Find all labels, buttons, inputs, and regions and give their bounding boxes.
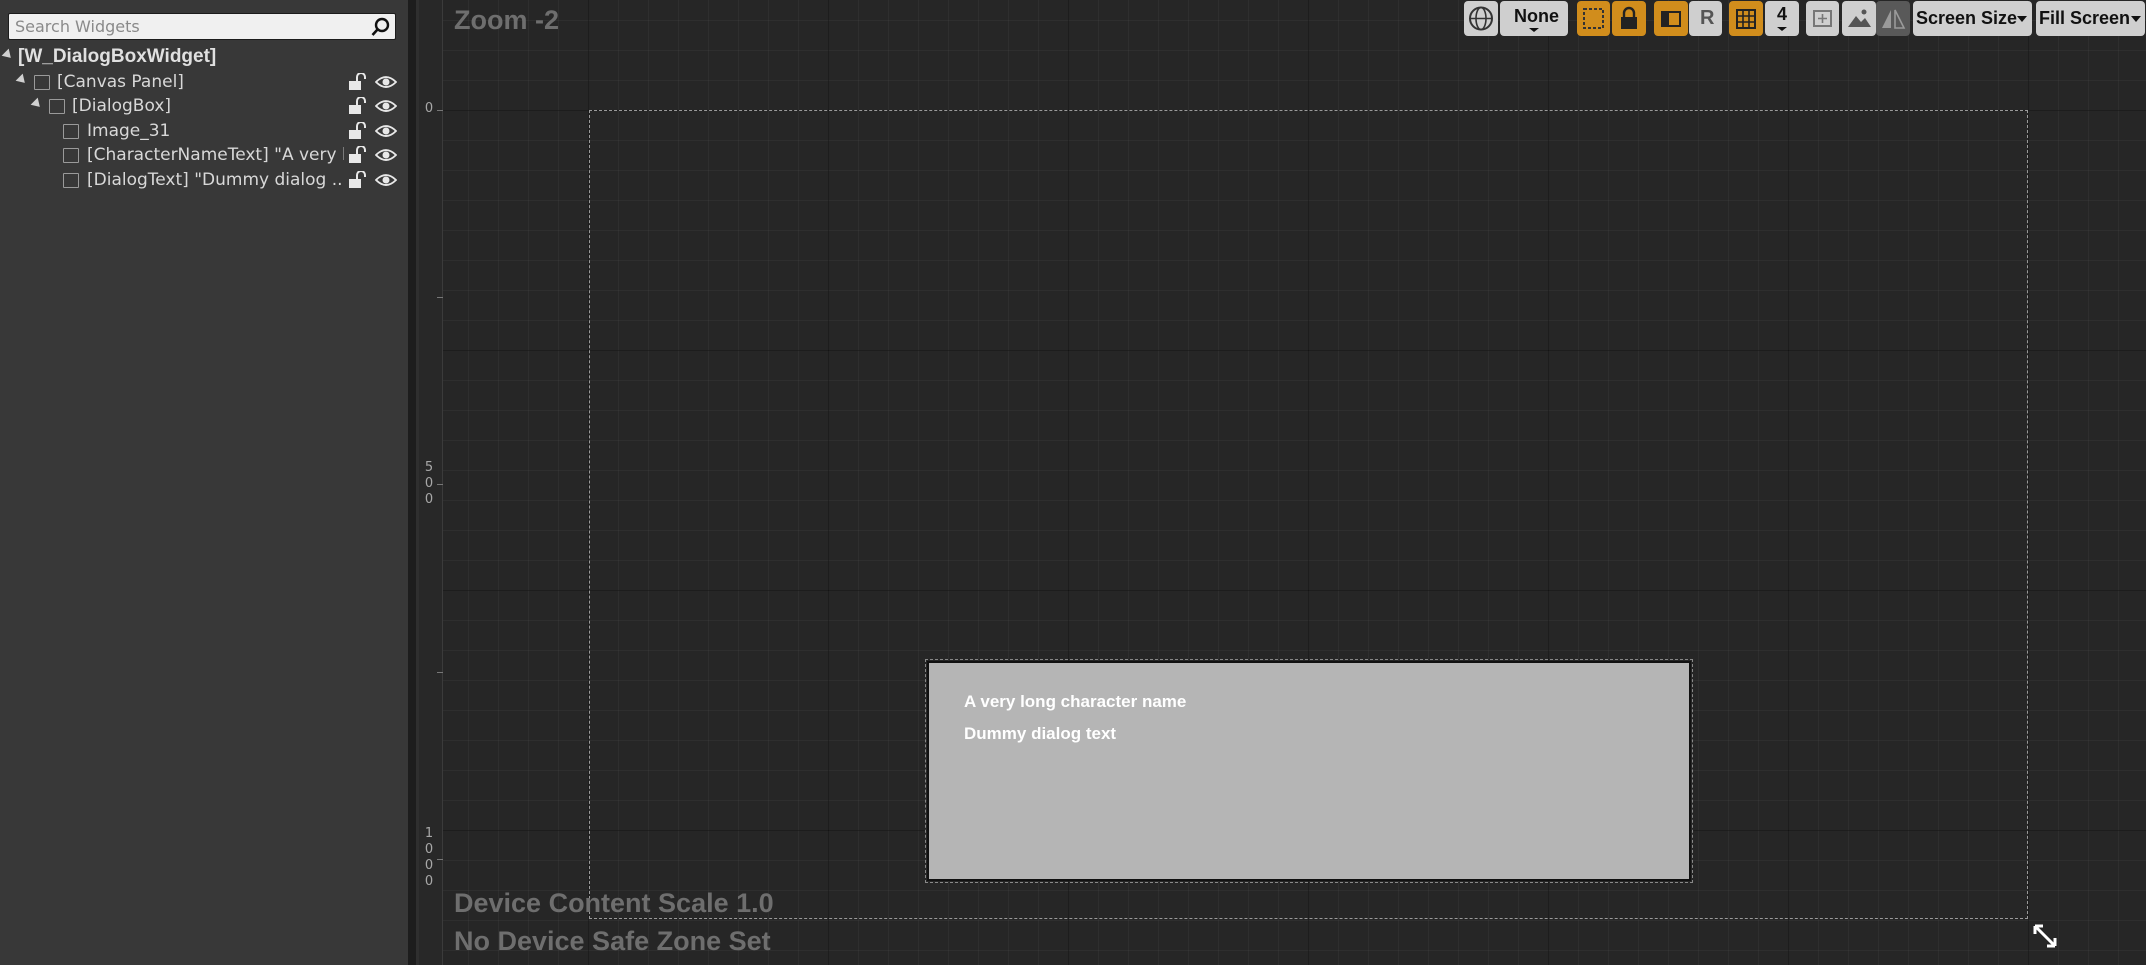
ruler-label: 0 [424,492,434,507]
visibility-eye-icon[interactable] [375,147,397,163]
flip-icon [1882,9,1906,29]
visibility-eye-icon[interactable] [375,98,397,114]
dashed-outline-icon [1583,8,1604,29]
grid-icon [1736,9,1756,29]
tree-row-canvas-panel[interactable]: [Canvas Panel] [0,70,408,94]
tree-row-root[interactable]: [W_DialogBoxWidget] [0,45,408,69]
search-icon[interactable] [370,16,392,38]
ruler-label: 0 [424,101,434,116]
tree-item-label: [CharacterNameText] "A very long charact… [87,145,344,165]
tree-item-label: [DialogBox] [72,96,172,116]
layout-icon [1661,11,1681,27]
expand-arrow-icon[interactable] [15,73,29,87]
tree-row-image[interactable]: Image_31 [0,119,408,143]
ruler-tick [437,859,443,860]
world-space-button[interactable] [1464,1,1498,36]
ruler-label: 0 [424,858,434,873]
safe-zone-label: No Device Safe Zone Set [454,926,771,956]
tree-row-character-name-text[interactable]: [CharacterNameText] "A very long charact… [0,143,408,167]
tree-row-dialog-text[interactable]: [DialogText] "Dummy dialog .." [0,168,408,192]
unlock-icon[interactable] [347,97,367,115]
localization-preview-dropdown[interactable]: None [1500,1,1568,36]
ruler-label: 0 [424,874,434,889]
search-box[interactable] [8,13,396,40]
visibility-eye-icon[interactable] [375,74,397,90]
search-input[interactable] [9,14,364,39]
chevron-down-icon [2131,16,2141,22]
chevron-down-icon [2017,16,2027,22]
localization-value: None [1514,6,1559,26]
image-widget-icon [63,124,79,139]
lock-icon [1621,6,1637,29]
grid-snap-size-dropdown[interactable]: 4 [1765,1,1799,36]
character-name-text[interactable]: A very long character name [964,692,1186,712]
tree-item-label: [Canvas Panel] [57,72,184,92]
device-content-scale-label: Device Content Scale 1.0 [454,888,774,918]
visibility-eye-icon[interactable] [375,123,397,139]
grid-snap-toggle[interactable] [1729,1,1763,36]
hierarchy-panel: [W_DialogBoxWidget] [Canvas Panel] [Dial… [0,0,408,965]
landscape-icon [1848,9,1871,27]
zoom-level-label: Zoom -2 [454,5,559,35]
zoom-fit-icon [1813,10,1832,27]
screen-size-dropdown[interactable]: Screen Size [1913,1,2032,36]
r-label: R [1700,7,1715,29]
ruler-label: 5 [424,460,434,475]
ruler-label: 1 [424,826,434,841]
flip-layout-button[interactable] [1876,1,1910,36]
ruler-label: 0 [424,476,434,491]
tree-item-label: Image_31 [87,121,171,141]
tree-row-dialog-box[interactable]: [DialogBox] [0,94,408,118]
respect-locks-toggle[interactable] [1612,1,1646,36]
unlock-icon[interactable] [347,122,367,140]
background-image-button[interactable] [1842,1,1876,36]
unlock-icon[interactable] [347,171,367,189]
tree-root-label: [W_DialogBoxWidget] [18,46,217,67]
visibility-eye-icon[interactable] [375,172,397,188]
show-dashed-outline-toggle[interactable] [1577,1,1610,36]
vertical-ruler: 0 5 0 0 1 0 0 0 [419,0,443,965]
ruler-tick [437,297,443,298]
ruler-tick [437,672,443,673]
container-icon [49,99,65,114]
fill-screen-label: Fill Screen [2039,8,2131,28]
dialog-text[interactable]: Dummy dialog text [964,724,1116,744]
unlock-icon[interactable] [347,146,367,164]
screen-size-label: Screen Size [1916,8,2018,28]
respect-locks-r-button[interactable]: R [1689,1,1722,36]
expand-arrow-icon[interactable] [1,48,15,62]
zoom-to-fit-button[interactable] [1806,1,1839,36]
ruler-tick [437,484,443,485]
unlock-icon[interactable] [347,73,367,91]
chevron-down-icon [1529,28,1539,32]
globe-icon [1469,6,1493,31]
chevron-down-icon [1777,27,1787,31]
canvas-panel-icon [34,75,50,90]
resize-handle-icon[interactable] [2031,922,2059,950]
text-widget-icon [63,148,79,163]
ruler-label: 0 [424,842,434,857]
dialog-box-preview[interactable]: A very long character name Dummy dialog … [925,659,1693,883]
tree-item-label: [DialogText] "Dummy dialog .." [87,170,344,190]
fill-screen-dropdown[interactable]: Fill Screen [2036,1,2145,36]
text-widget-icon [63,173,79,188]
ruler-tick [437,110,443,111]
location-grid-snap-toggle[interactable] [1654,1,1688,36]
expand-arrow-icon[interactable] [30,97,44,111]
grid-snap-value: 4 [1777,4,1788,24]
panel-splitter[interactable] [408,0,416,965]
